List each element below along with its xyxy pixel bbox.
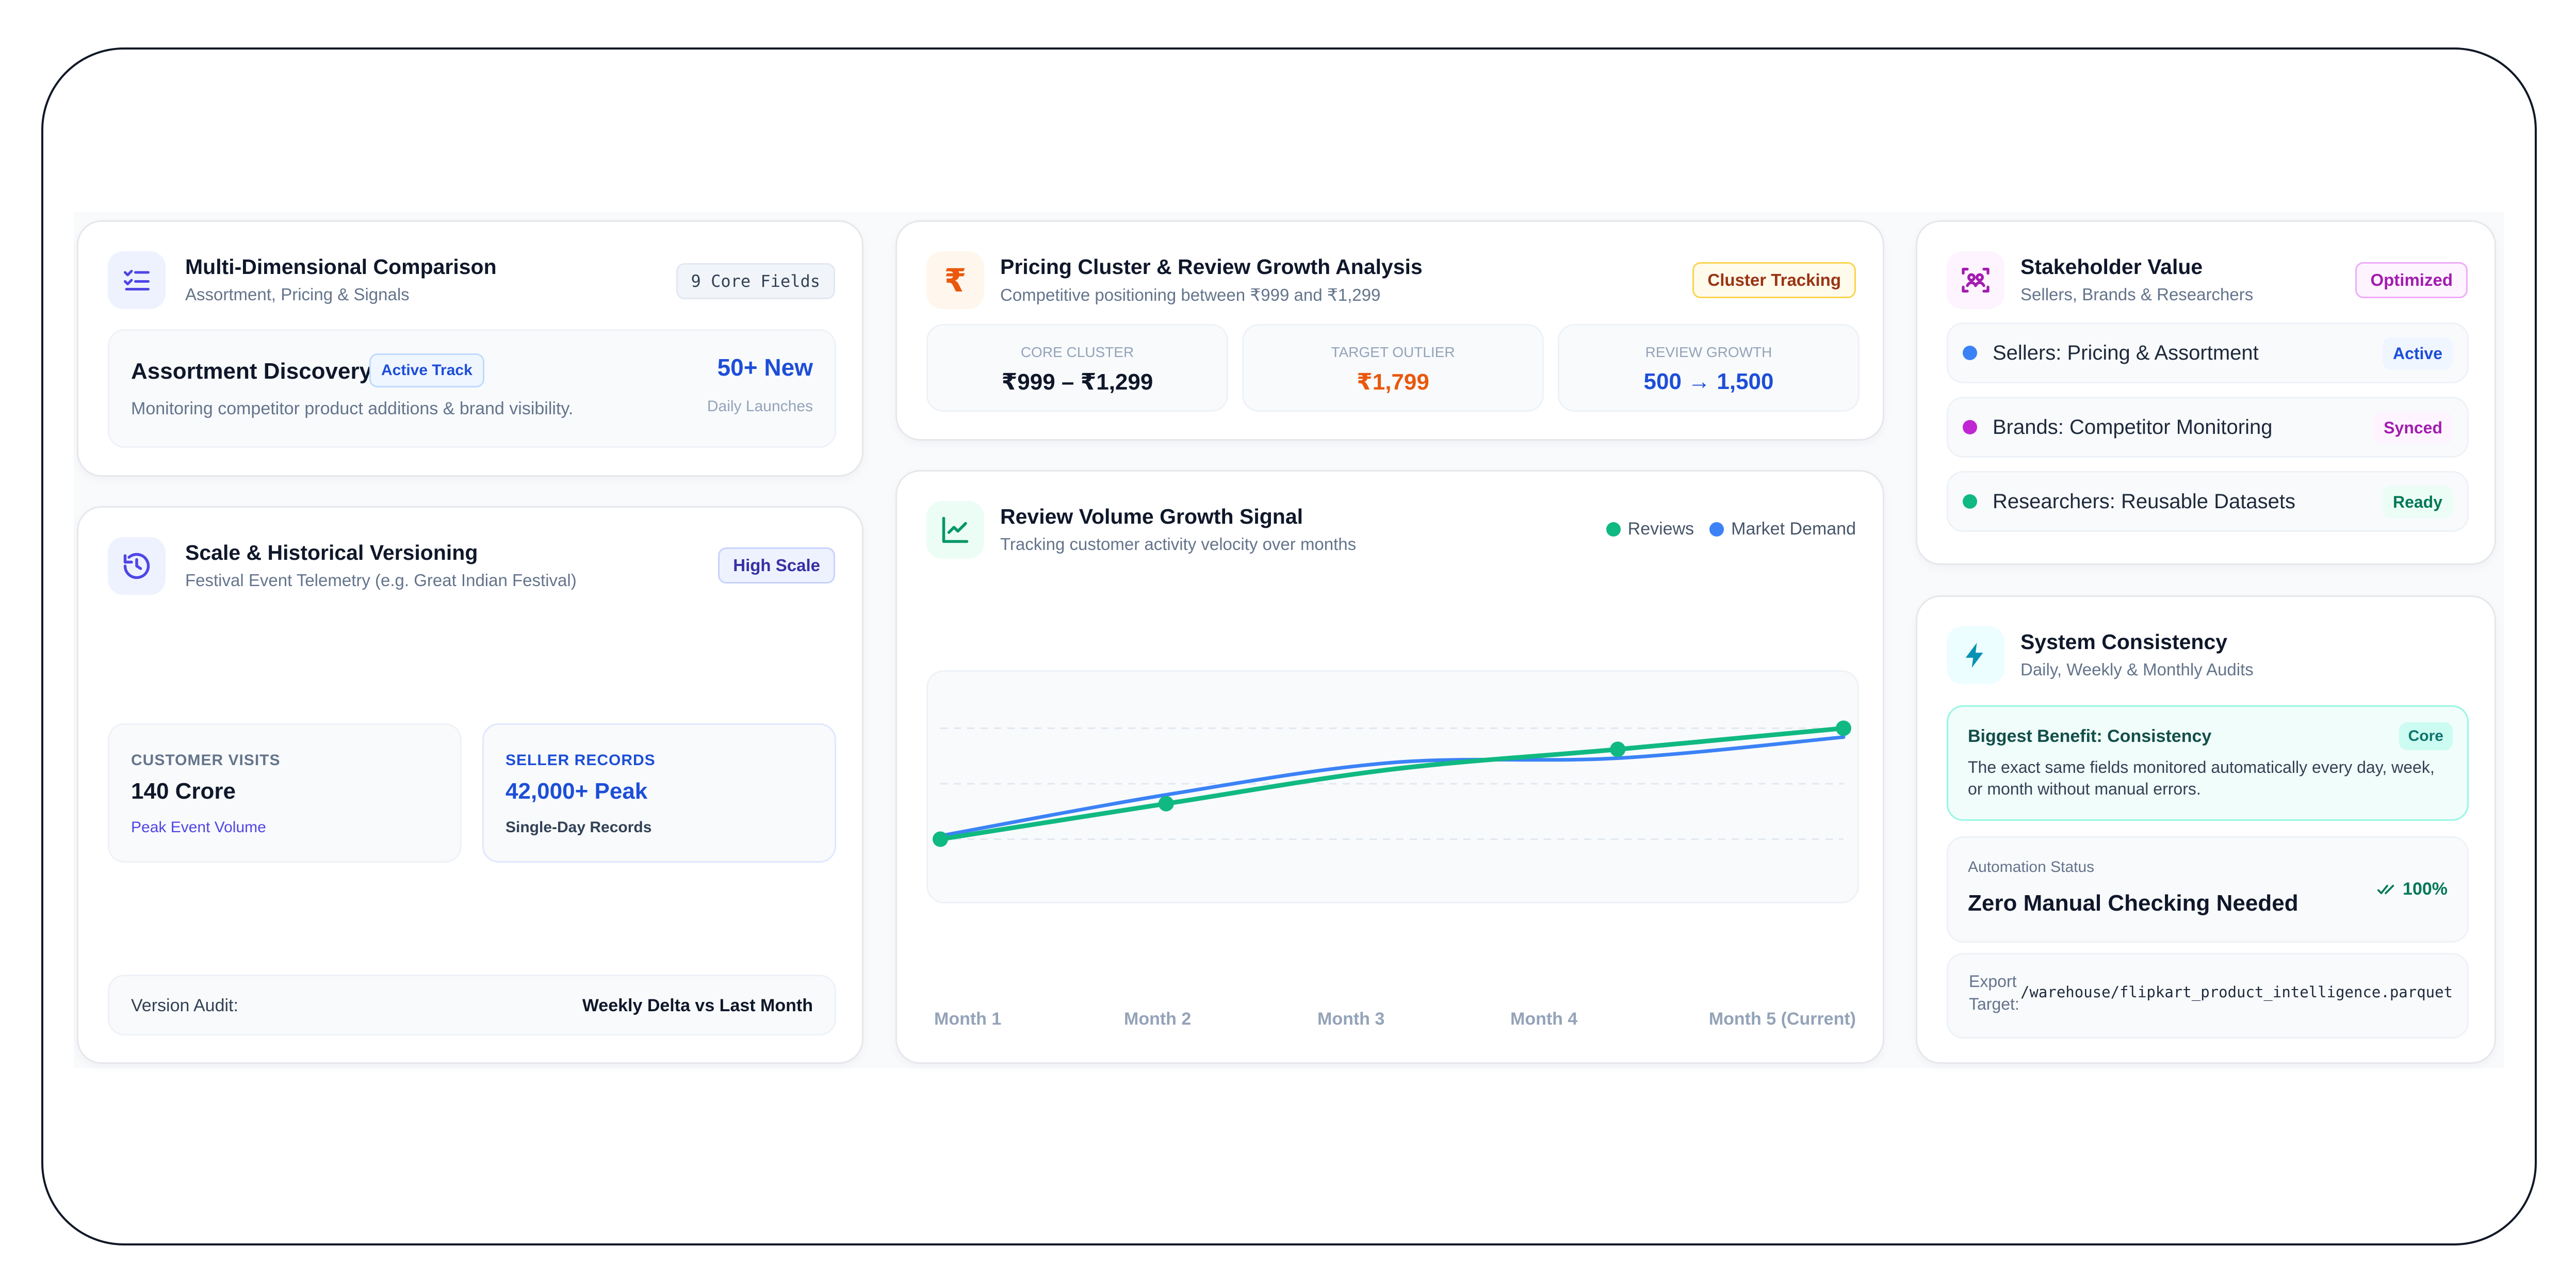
- version-audit-label: Version Audit:: [131, 996, 238, 1015]
- version-audit-value: Weekly Delta vs Last Month: [582, 996, 813, 1015]
- customer-visits-panel: CUSTOMER VISITS 140 Crore Peak Event Vol…: [108, 723, 462, 863]
- discovery-title: Assortment Discovery: [131, 359, 372, 384]
- card-subtitle: Sellers, Brands & Researchers: [2020, 285, 2254, 304]
- data-point-reviews: [1836, 720, 1851, 736]
- data-point-reviews: [1610, 741, 1626, 757]
- records-note: Single-Day Records: [506, 819, 652, 836]
- benefit-title: Biggest Benefit: Consistency: [1968, 726, 2212, 746]
- high-scale-badge: High Scale: [718, 547, 835, 584]
- daily-launches-value: 50+ New: [717, 354, 813, 381]
- card-subtitle: Assortment, Pricing & Signals: [185, 285, 410, 304]
- users-scan-icon: [1947, 251, 2004, 309]
- stakeholder-item-label: Brands: Competitor Monitoring: [1993, 416, 2273, 439]
- automation-pct: 100%: [2403, 879, 2448, 899]
- card-title: Stakeholder Value: [2020, 255, 2203, 279]
- export-path[interactable]: /warehouse/flipkart_product_intelligence…: [2020, 983, 2453, 1001]
- stakeholder-card: Stakeholder Value Sellers, Brands & Rese…: [1916, 220, 2496, 565]
- benefit-text: The exact same fields monitored automati…: [1968, 758, 2435, 798]
- stat-label: TARGET OUTLIER: [1331, 344, 1455, 360]
- automation-label: Automation Status: [1968, 859, 2095, 876]
- card-subtitle: Festival Event Telemetry (e.g. Great Ind…: [185, 571, 577, 590]
- consistency-card: System Consistency Daily, Weekly & Month…: [1916, 595, 2496, 1064]
- stat-value: ₹1,799: [1357, 369, 1429, 395]
- cluster-tracking-badge: Cluster Tracking: [1692, 262, 1856, 298]
- card-title: System Consistency: [2020, 630, 2228, 654]
- assortment-discovery-panel: Assortment Discovery Active Track Monito…: [108, 329, 836, 448]
- status-dot: [1963, 346, 1977, 360]
- double-check-icon: [2377, 884, 2394, 894]
- status-badge: Ready: [2382, 486, 2453, 518]
- export-label-line1: Export: [1969, 972, 2017, 991]
- stat-value: 500 → 1,500: [1643, 369, 1774, 394]
- series-line-market-demand: [938, 735, 1846, 838]
- card-title: Scale & Historical Versioning: [185, 541, 478, 564]
- core-badge: Core: [2399, 722, 2453, 750]
- automation-pct-wrap: 100%: [2377, 879, 2448, 899]
- growth-chart: [933, 720, 1851, 847]
- x-tick-label: Month 2: [1124, 1009, 1192, 1029]
- stakeholder-item-label: Sellers: Pricing & Assortment: [1993, 342, 2259, 364]
- stat-core-cluster: CORE CLUSTER ₹999 – ₹1,299: [926, 324, 1228, 412]
- status-badge: Synced: [2373, 412, 2453, 444]
- optimized-badge: Optimized: [2355, 262, 2468, 298]
- card-title: Pricing Cluster & Review Growth Analysis: [1000, 255, 1423, 279]
- checklist-icon: [108, 251, 166, 309]
- card-title: Multi-Dimensional Comparison: [185, 255, 497, 279]
- seller-records-panel: SELLER RECORDS 42,000+ Peak Single-Day R…: [482, 723, 836, 863]
- status-dot: [1963, 494, 1977, 509]
- stakeholder-item-label: Researchers: Reusable Datasets: [1993, 490, 2295, 513]
- x-tick-label: Month 1: [934, 1009, 1002, 1029]
- stakeholder-item-brands[interactable]: Brands: Competitor Monitoring Synced: [1947, 397, 2469, 458]
- lightning-icon: [1947, 626, 2004, 684]
- discovery-description: Monitoring competitor product additions …: [131, 399, 574, 418]
- x-tick-label: Month 3: [1317, 1009, 1385, 1029]
- biggest-benefit-panel: Biggest Benefit: Consistency Core The ex…: [1947, 705, 2469, 821]
- daily-launches-label: Daily Launches: [707, 398, 813, 415]
- core-fields-badge: 9 Core Fields: [676, 263, 835, 299]
- history-icon: [108, 537, 166, 595]
- visits-note: Peak Event Volume: [131, 819, 266, 836]
- growth-chart-card: Review Volume Growth Signal Tracking cus…: [895, 470, 1884, 1064]
- visits-label: CUSTOMER VISITS: [131, 752, 281, 769]
- x-tick-label: Month 5 (Current): [1708, 1009, 1856, 1029]
- visits-value: 140 Crore: [131, 779, 236, 804]
- comparison-card: Multi-Dimensional Comparison Assortment,…: [77, 220, 863, 477]
- stat-value: ₹999 – ₹1,299: [1001, 369, 1153, 395]
- export-label-line2: Target:: [1969, 995, 2019, 1013]
- records-label: SELLER RECORDS: [506, 752, 656, 769]
- stat-label: REVIEW GROWTH: [1645, 344, 1772, 360]
- active-track-badge: Active Track: [369, 353, 484, 387]
- scale-card: Scale & Historical Versioning Festival E…: [77, 506, 863, 1064]
- x-tick-label: Month 4: [1510, 1009, 1578, 1029]
- status-dot: [1963, 420, 1977, 434]
- stat-target-outlier: TARGET OUTLIER ₹1,799: [1242, 324, 1544, 412]
- stakeholder-item-researchers[interactable]: Researchers: Reusable Datasets Ready: [1947, 471, 2469, 532]
- export-target-panel: Export Target: /warehouse/flipkart_produ…: [1947, 953, 2469, 1039]
- rupee-icon: ₹: [926, 251, 984, 309]
- export-label: Export Target:: [1969, 970, 2019, 1015]
- automation-value: Zero Manual Checking Needed: [1968, 891, 2298, 916]
- card-subtitle: Daily, Weekly & Monthly Audits: [2020, 660, 2254, 679]
- records-value: 42,000+ Peak: [506, 779, 648, 804]
- automation-status-panel: Automation Status Zero Manual Checking N…: [1947, 836, 2469, 943]
- data-point-reviews: [1158, 796, 1174, 812]
- card-subtitle: Competitive positioning between ₹999 and…: [1000, 285, 1381, 304]
- version-audit-bar: Version Audit: Weekly Delta vs Last Mont…: [108, 975, 836, 1035]
- pricing-card: ₹ Pricing Cluster & Review Growth Analys…: [895, 220, 1884, 441]
- data-point-reviews: [933, 831, 948, 847]
- stakeholder-item-sellers[interactable]: Sellers: Pricing & Assortment Active: [1947, 322, 2469, 383]
- stat-label: CORE CLUSTER: [1020, 344, 1134, 360]
- stat-review-growth: REVIEW GROWTH 500 → 1,500: [1558, 324, 1860, 412]
- status-badge: Active: [2382, 337, 2453, 369]
